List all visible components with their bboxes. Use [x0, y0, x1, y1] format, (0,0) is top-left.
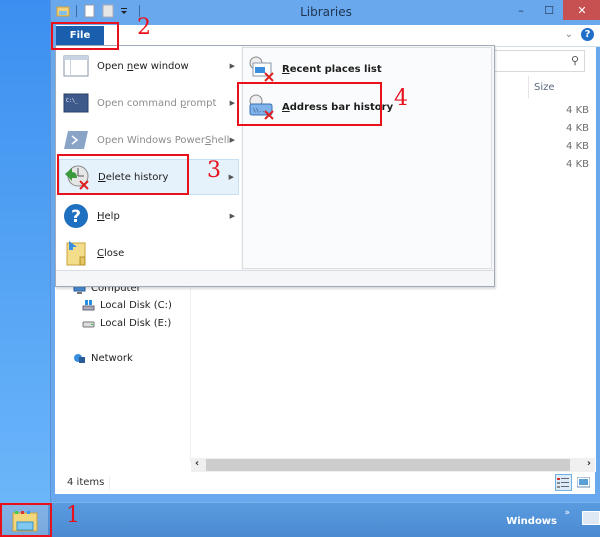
horizontal-scrollbar[interactable]: ‹ ›	[191, 458, 595, 472]
details-view-icon	[557, 478, 569, 488]
annotation-box-delete-history	[57, 154, 189, 195]
item-count: 4 items	[67, 477, 105, 488]
nav-item-local-disk-e[interactable]: Local Disk (E:)	[82, 318, 171, 329]
scroll-right-icon[interactable]: ›	[587, 458, 591, 469]
window-controls: – ☐ ✕	[507, 0, 600, 20]
delete-history-submenu: Recent places list \\.. Address bar hist…	[242, 47, 492, 269]
file-size-cell: 4 KB	[566, 141, 589, 152]
recent-places-icon	[247, 54, 277, 84]
network-icon	[73, 353, 86, 364]
taskbar: » Windows	[0, 502, 600, 537]
large-icons-view-button[interactable]	[575, 474, 592, 491]
menu-item-close[interactable]: Close	[59, 235, 239, 271]
annotation-number-1: 1	[66, 503, 80, 528]
submenu-arrow-icon: ▶	[229, 136, 235, 144]
windows-drive-icon	[82, 300, 95, 311]
file-menu-footer	[56, 270, 494, 286]
close-button[interactable]: ✕	[563, 0, 600, 20]
search-input[interactable]: ⚲	[492, 50, 585, 72]
menu-item-label: Help	[97, 210, 120, 222]
nav-item-label: Local Disk (C:)	[100, 300, 172, 311]
svg-text:C:\_: C:\_	[66, 98, 79, 104]
window-icon	[62, 52, 90, 80]
status-bar: 4 items	[55, 472, 595, 494]
submenu-arrow-icon: ▶	[229, 212, 235, 220]
submenu-arrow-icon: ▶	[229, 99, 235, 107]
submenu-arrow-icon: ▶	[228, 173, 234, 181]
menu-item-label: Open Windows PowerShell	[97, 134, 230, 146]
column-divider[interactable]	[528, 76, 529, 98]
chevron-down-icon[interactable]: ⌄	[565, 29, 573, 40]
annotation-box-taskbar-explorer	[0, 503, 52, 537]
annotation-box-address-bar-history	[237, 82, 382, 126]
powershell-icon	[62, 126, 90, 154]
menu-item-label: Open command prompt	[97, 97, 217, 109]
submenu-item-label: Recent places list	[282, 63, 382, 75]
help-icon: ?	[62, 202, 90, 230]
submenu-item-recent-places[interactable]: Recent places list	[247, 52, 487, 86]
search-icon[interactable]: ⚲	[571, 54, 579, 67]
status-divider	[109, 476, 110, 490]
drive-icon	[82, 318, 95, 329]
menu-item-label: Open new window	[97, 60, 189, 72]
maximize-button[interactable]: ☐	[535, 0, 563, 20]
annotation-number-3: 3	[207, 158, 221, 183]
menu-item-open-new-window[interactable]: Open new window ▶	[59, 48, 239, 84]
touch-keyboard-icon[interactable]	[582, 511, 600, 525]
large-icons-view-icon	[577, 477, 590, 488]
column-header-size[interactable]: Size	[534, 82, 555, 93]
help-icon[interactable]: ?	[581, 28, 594, 41]
file-size-cell: 4 KB	[566, 105, 589, 116]
nav-item-label: Network	[91, 353, 133, 364]
title-bar[interactable]: Libraries – ☐ ✕	[51, 0, 600, 25]
menu-item-open-command-prompt[interactable]: C:\_ Open command prompt ▶	[59, 85, 239, 121]
submenu-arrow-icon: ▶	[229, 62, 235, 70]
annotation-number-4: 4	[394, 86, 408, 111]
taskbar-toolbar-label[interactable]: Windows	[506, 516, 557, 527]
file-size-cell: 4 KB	[566, 159, 589, 170]
scrollbar-thumb[interactable]	[206, 459, 570, 471]
details-view-button[interactable]	[555, 474, 572, 491]
nav-item-local-disk-c[interactable]: Local Disk (C:)	[82, 300, 172, 311]
nav-item-network[interactable]: Network	[73, 353, 133, 364]
nav-item-label: Local Disk (E:)	[100, 318, 172, 329]
minimize-button[interactable]: –	[507, 0, 535, 20]
annotation-number-2: 2	[137, 15, 151, 40]
scroll-left-icon[interactable]: ‹	[195, 458, 199, 469]
svg-text:?: ?	[71, 207, 81, 227]
ribbon-right-controls: ⌄ ?	[565, 28, 594, 41]
toolbar-overflow-icon[interactable]: »	[564, 508, 570, 518]
annotation-box-file	[51, 22, 119, 50]
menu-item-open-powershell[interactable]: Open Windows PowerShell ▶	[59, 122, 239, 158]
file-size-cell: 4 KB	[566, 123, 589, 134]
close-folder-icon	[62, 239, 90, 267]
menu-item-help[interactable]: ? Help ▶	[59, 198, 239, 234]
menu-item-label: Close	[97, 247, 125, 259]
command-prompt-icon: C:\_	[62, 89, 90, 117]
